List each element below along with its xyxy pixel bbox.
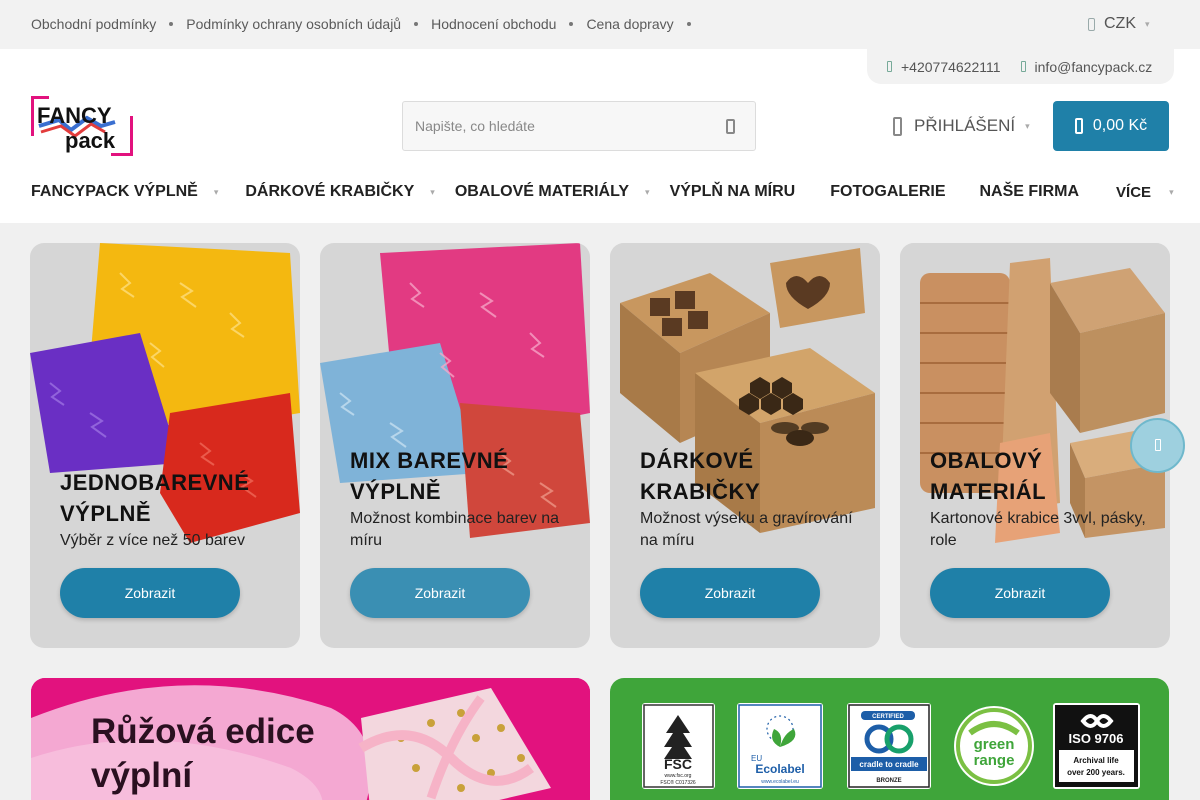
nav-item-label: OBALOVÉ MATERIÁLY: [454, 183, 630, 200]
currency-selector[interactable]: CZK ▾: [1088, 15, 1150, 33]
phone-icon: [887, 61, 892, 72]
svg-text:range: range: [974, 752, 1015, 769]
nav-item-label: VÍCE: [1116, 183, 1152, 201]
iso-9706-logo: ISO 9706 Archival life over 200 years.: [1053, 703, 1140, 789]
cart-icon: [1074, 118, 1083, 134]
user-icon: [893, 116, 902, 136]
search-icon[interactable]: [726, 119, 735, 134]
svg-text:CERTIFIED: CERTIFIED: [872, 714, 904, 720]
login-button[interactable]: PŘIHLÁŠENÍ ▾: [893, 116, 1030, 136]
separator-dot: [169, 22, 174, 26]
main-nav: FANCYPACK VÝPLNĚ ▾ DÁRKOVÉ KRABIČKY ▾ OB…: [31, 183, 1174, 201]
nav-item-label: VÝPLŇ NA MÍRU: [669, 183, 796, 200]
main-content: JEDNOBAREVNÉ VÝPLNĚ Výběr z více než 50 …: [0, 223, 1200, 800]
login-label: PŘIHLÁŠENÍ: [914, 116, 1016, 135]
search-input[interactable]: [415, 102, 715, 150]
separator-dot: [686, 22, 691, 26]
card-description: Kartonové krabice 3vvl, pásky, role: [930, 510, 1146, 549]
card-title: OBALOVÝ MATERIÁL: [930, 448, 1047, 504]
svg-text:green: green: [974, 736, 1015, 753]
pink-edition-banner[interactable]: Růžová edice výplní: [31, 678, 590, 800]
chevron-down-icon: ▾: [213, 186, 219, 197]
card-description: Možnost výseku a gravírování na míru: [640, 510, 853, 549]
logo-text-fancy: FANCY: [37, 103, 112, 128]
cart-total: 0,00 Kč: [1092, 117, 1148, 134]
chevron-down-icon: ▾: [430, 186, 435, 197]
svg-text:over 200 years.: over 200 years.: [1067, 768, 1125, 777]
category-card-solid-fillers[interactable]: JEDNOBAREVNÉ VÝPLNĚ Výběr z více než 50 …: [30, 243, 300, 648]
logo-text-pack: pack: [65, 128, 116, 153]
cart-button[interactable]: 0,00 Kč: [1053, 101, 1169, 151]
fsc-logo: FSC www.fsc.org FSC® C017326: [642, 703, 715, 789]
cradle-to-cradle-logo: CERTIFIED cradle to cradle BRONZE: [847, 703, 931, 789]
category-card-mix-fillers[interactable]: MIX BAREVNÉ VÝPLNĚ Možnost kombinace bar…: [320, 243, 590, 648]
top-links: Obchodní podmínky Podmínky ochrany osobn…: [31, 16, 704, 32]
nav-item-label: DÁRKOVÉ KRABIČKY: [245, 183, 415, 200]
green-range-logo: green range: [950, 703, 1038, 789]
arrow-right-icon: [1155, 439, 1161, 451]
phone-number: +420774622111: [901, 58, 1001, 75]
currency-icon: [1088, 17, 1095, 31]
contact-email[interactable]: info@fancypack.cz: [1020, 58, 1153, 75]
contact-phone[interactable]: +420774622111: [887, 59, 1001, 75]
svg-text:FSC: FSC: [664, 756, 692, 772]
card-title: JEDNOBAREVNÉ VÝPLNĚ: [60, 470, 250, 526]
show-button[interactable]: Zobrazit: [60, 568, 240, 618]
chevron-down-icon: ▾: [645, 186, 650, 197]
chevron-down-icon: ▾: [1025, 120, 1030, 131]
svg-text:BRONZE: BRONZE: [876, 778, 901, 784]
chevron-down-icon: ▾: [1145, 18, 1150, 29]
mail-icon: [1020, 61, 1026, 72]
svg-text:Archival life: Archival life: [1073, 756, 1119, 765]
nav-item-gallery[interactable]: FOTOGALERIE: [830, 183, 945, 201]
card-description: Výběr z více než 50 barev: [60, 532, 245, 549]
link-reviews[interactable]: Hodnocení obchodu: [431, 16, 556, 32]
eu-ecolabel-logo: EU Ecolabel www.ecolabel.eu: [737, 703, 823, 789]
nav-item-gift-boxes[interactable]: DÁRKOVÉ KRABIČKY ▾: [245, 183, 434, 201]
nav-item-label: NAŠE FIRMA: [979, 183, 1080, 200]
card-description: Možnost kombinace barev na míru: [350, 510, 559, 549]
category-card-gift-boxes[interactable]: DÁRKOVÉ KRABIČKY Možnost výseku a gravír…: [610, 243, 880, 648]
svg-text:cradle to cradle: cradle to cradle: [859, 760, 919, 769]
link-terms[interactable]: Obchodní podmínky: [31, 16, 156, 32]
chevron-down-icon: ▾: [1169, 186, 1174, 197]
site-logo[interactable]: FANCY pack: [31, 96, 133, 156]
link-privacy[interactable]: Podmínky ochrany osobních údajů: [186, 16, 401, 32]
nav-item-fillers[interactable]: FANCYPACK VÝPLNĚ ▾: [31, 183, 218, 201]
contact-bar: +420774622111 info@fancypack.cz: [867, 49, 1174, 84]
banner-title: Růžová edice výplní: [91, 712, 315, 795]
nav-item-company[interactable]: NAŠE FIRMA: [979, 183, 1079, 201]
show-button[interactable]: Zobrazit: [930, 568, 1110, 618]
card-title: MIX BAREVNÉ VÝPLNĚ: [350, 448, 509, 504]
separator-dot: [569, 22, 574, 26]
search-box: [402, 101, 756, 151]
email-address: info@fancypack.cz: [1034, 58, 1153, 75]
svg-text:www.fsc.org: www.fsc.org: [665, 773, 692, 779]
separator-dot: [414, 22, 419, 26]
currency-label: CZK: [1104, 15, 1136, 32]
show-button[interactable]: Zobrazit: [350, 568, 530, 618]
card-title: DÁRKOVÉ KRABIČKY: [640, 448, 761, 504]
slider-next-button[interactable]: [1130, 418, 1185, 473]
svg-text:www.ecolabel.eu: www.ecolabel.eu: [761, 779, 799, 785]
svg-text:ISO 9706: ISO 9706: [1069, 731, 1124, 746]
svg-text:FSC® C017326: FSC® C017326: [660, 779, 696, 786]
nav-item-label: FOTOGALERIE: [830, 183, 946, 200]
nav-item-packaging[interactable]: OBALOVÉ MATERIÁLY ▾: [455, 183, 650, 201]
certifications-banner[interactable]: FSC www.fsc.org FSC® C017326 EU Ecolabel…: [610, 678, 1169, 800]
link-shipping[interactable]: Cena dopravy: [586, 16, 673, 32]
show-button[interactable]: Zobrazit: [640, 568, 820, 618]
nav-item-more[interactable]: VÍCE ▾: [1116, 184, 1174, 201]
nav-item-custom-filler[interactable]: VÝPLŇ NA MÍRU: [670, 183, 796, 201]
top-bar: Obchodní podmínky Podmínky ochrany osobn…: [0, 0, 1200, 49]
nav-item-label: FANCYPACK VÝPLNĚ: [31, 183, 198, 200]
svg-text:Ecolabel: Ecolabel: [755, 762, 804, 776]
